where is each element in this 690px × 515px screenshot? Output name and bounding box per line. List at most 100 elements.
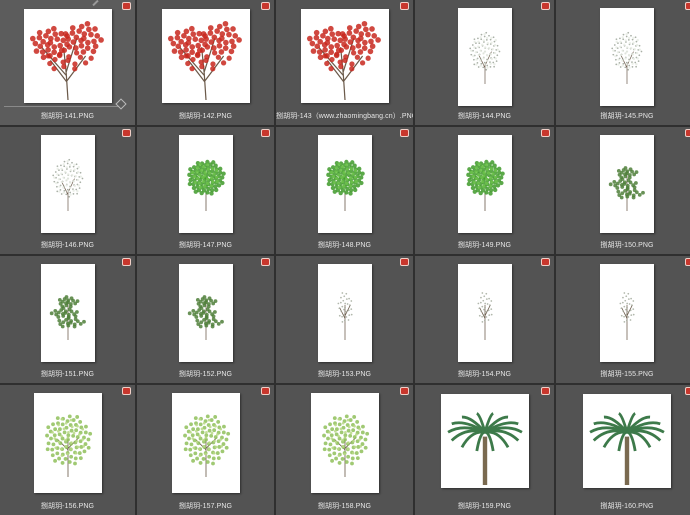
tree-image: [468, 31, 500, 84]
thumbnail-image: [457, 135, 512, 233]
png-type-icon: [261, 258, 270, 266]
tree-image: [186, 159, 226, 211]
thumbnail-item[interactable]: 捌胡玥-152.PNG: [137, 256, 274, 383]
tree-image: [336, 292, 353, 340]
thumbnail-image: [310, 393, 379, 493]
tree-image: [446, 412, 523, 485]
tree-image: [608, 166, 645, 211]
png-type-icon: [122, 258, 131, 266]
brush-icon[interactable]: [92, 0, 99, 7]
file-name-label: 捌胡玥-145.PNG: [600, 113, 654, 120]
thumbnail-item[interactable]: 捌胡玥-154.PNG: [415, 256, 554, 383]
thumbnail-image: [23, 9, 112, 103]
thumbnail-item[interactable]: 捌胡玥-156.PNG: [0, 385, 135, 515]
thumbnail-item[interactable]: 捌胡玥-148.PNG: [276, 127, 413, 254]
tree-image: [29, 20, 104, 101]
file-name-label: 捌胡玥-154.PNG: [457, 371, 512, 378]
thumbnail-image: [317, 135, 372, 233]
file-name-label: 捌胡玥-148.PNG: [317, 242, 372, 249]
thumbnail-item[interactable]: 捌胡玥-143（www.zhaomingbang.cn）.PNG: [276, 0, 413, 125]
thumbnail-item[interactable]: 捌胡玥-147.PNG: [137, 127, 274, 254]
tree-image: [306, 20, 381, 101]
thumbnail-image: [300, 9, 389, 103]
thumbnail-item[interactable]: 捌胡玥-141.PNG: [0, 0, 135, 125]
thumbnail-item[interactable]: 捌胡玥-150.PNG: [556, 127, 690, 254]
selection-underline: [4, 106, 119, 107]
png-type-icon: [541, 129, 550, 137]
file-name-label: 捌胡玥-151.PNG: [40, 371, 95, 378]
png-type-icon: [122, 2, 131, 10]
png-type-icon: [261, 2, 270, 10]
file-name-label: 捌胡玥-143（www.zhaomingbang.cn）.PNG: [276, 113, 413, 120]
file-name-label: 捌胡玥-157.PNG: [178, 503, 233, 510]
file-name-label: 捌胡玥-156.PNG: [40, 503, 95, 510]
file-name-label: 捌胡玥-142.PNG: [178, 113, 233, 120]
tree-image: [51, 158, 83, 211]
thumbnail-item[interactable]: 捌胡玥-158.PNG: [276, 385, 413, 515]
file-name-label: 捌胡玥-144.PNG: [457, 113, 512, 120]
png-type-icon: [400, 387, 409, 395]
thumbnail-grid: 捌胡玥-141.PNG 捌胡玥-142.PNG 捌胡玥-143（www.zhaomi…: [0, 0, 690, 515]
png-type-icon: [685, 258, 690, 266]
png-type-icon: [122, 129, 131, 137]
file-name-label: 捌胡玥-155.PNG: [600, 371, 654, 378]
file-name-label: 捌胡玥-158.PNG: [317, 503, 372, 510]
thumbnail-image: [600, 264, 654, 362]
thumbnail-image: [40, 135, 95, 233]
tree-image: [44, 414, 92, 477]
png-type-icon: [400, 129, 409, 137]
file-name-label: 捌胡玥-153.PNG: [317, 371, 372, 378]
thumbnail-item[interactable]: 捌胡玥-146.PNG: [0, 127, 135, 254]
thumbnail-item[interactable]: 捌胡玥-144.PNG: [415, 0, 554, 125]
tree-image: [167, 20, 242, 101]
thumbnail-item[interactable]: 捌胡玥-142.PNG: [137, 0, 274, 125]
tree-image: [182, 414, 230, 477]
thumbnail-item[interactable]: 捌胡玥-157.PNG: [137, 385, 274, 515]
thumbnail-item[interactable]: 捌胡玥-151.PNG: [0, 256, 135, 383]
thumbnail-image: [40, 264, 95, 362]
png-type-icon: [122, 387, 131, 395]
file-name-label: 捌胡玥-159.PNG: [457, 503, 512, 510]
png-type-icon: [541, 387, 550, 395]
png-type-icon: [685, 2, 690, 10]
thumbnail-image: [33, 393, 102, 493]
tree-image: [49, 295, 86, 340]
thumbnail-image: [171, 393, 240, 493]
file-name-label: 捌胡玥-160.PNG: [600, 503, 654, 510]
png-type-icon: [685, 387, 690, 395]
thumbnail-image: [178, 135, 233, 233]
file-name-label: 捌胡玥-149.PNG: [457, 242, 512, 249]
png-type-icon: [541, 2, 550, 10]
thumbnail-image: [317, 264, 372, 362]
thumbnail-item[interactable]: 捌胡玥-145.PNG: [556, 0, 690, 125]
thumbnail-image: [457, 8, 512, 106]
pencil-icon[interactable]: [115, 98, 127, 110]
png-type-icon: [400, 258, 409, 266]
tree-image: [476, 292, 493, 340]
thumbnail-image: [457, 264, 512, 362]
tree-image: [465, 159, 505, 211]
tree-image: [589, 412, 665, 485]
tree-image: [187, 295, 224, 340]
png-type-icon: [541, 258, 550, 266]
thumbnail-item[interactable]: 捌胡玥-155.PNG: [556, 256, 690, 383]
png-type-icon: [400, 2, 409, 10]
file-name-label: 捌胡玥-147.PNG: [178, 242, 233, 249]
thumbnail-image: [161, 9, 250, 103]
png-type-icon: [685, 129, 690, 137]
file-name-label: 捌胡玥-141.PNG: [40, 113, 95, 120]
thumbnail-image: [600, 8, 654, 106]
tree-image: [321, 414, 369, 477]
thumbnail-item[interactable]: 捌胡玥-149.PNG: [415, 127, 554, 254]
tree-image: [325, 159, 365, 211]
thumbnail-item[interactable]: 捌胡玥-153.PNG: [276, 256, 413, 383]
file-name-label: 捌胡玥-152.PNG: [178, 371, 233, 378]
thumbnail-item[interactable]: 捌胡玥-159.PNG: [415, 385, 554, 515]
tree-image: [611, 31, 643, 84]
file-name-label: 捌胡玥-146.PNG: [40, 242, 95, 249]
thumbnail-image: [178, 264, 233, 362]
thumbnail-image: [600, 135, 654, 233]
png-type-icon: [261, 129, 270, 137]
thumbnail-image: [440, 394, 529, 488]
thumbnail-item[interactable]: 捌胡玥-160.PNG: [556, 385, 690, 515]
